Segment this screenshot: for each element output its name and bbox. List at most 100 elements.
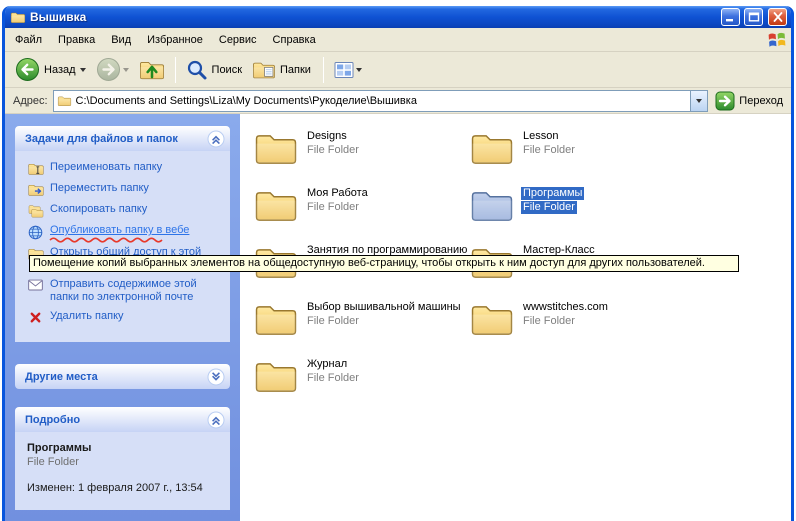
file-item-8[interactable]: wwwstitches.comFile Folder — [470, 301, 686, 358]
close-icon — [772, 12, 784, 22]
menu-bar: ФайлПравкаВидИзбранноеСервисСправка — [5, 28, 791, 52]
task-copy-folder[interactable]: Скопировать папку — [27, 203, 224, 218]
details-title: Подробно — [25, 414, 203, 426]
file-tasks-title: Задачи для файлов и папок — [25, 133, 203, 145]
address-dropdown-button[interactable] — [690, 91, 707, 111]
copy-folder-icon — [27, 203, 44, 218]
chevron-down-icon[interactable] — [207, 368, 225, 386]
file-name: Designs — [305, 130, 349, 143]
task-email-folder[interactable]: Отправить содержимое этой папки по элект… — [27, 278, 224, 304]
menu-view[interactable]: Вид — [103, 29, 139, 51]
red-squiggle-annotation — [49, 236, 167, 243]
file-item-2[interactable]: LessonFile Folder — [470, 130, 686, 187]
file-tasks-panel: Задачи для файлов и папок Переименовать … — [15, 126, 230, 342]
close-button[interactable] — [768, 8, 787, 26]
file-label: LessonFile Folder — [521, 130, 577, 157]
address-path[interactable]: C:\Documents and Settings\Liza\My Docume… — [76, 95, 417, 107]
file-item-7[interactable]: Выбор вышивальной машиныFile Folder — [254, 301, 470, 358]
menu-edit[interactable]: Правка — [50, 29, 103, 51]
views-dropdown-arrow[interactable] — [356, 68, 362, 72]
window-folder-icon — [10, 11, 26, 24]
forward-button[interactable] — [92, 55, 135, 84]
details-name: Программы — [27, 442, 222, 454]
file-item-1[interactable]: DesignsFile Folder — [254, 130, 470, 187]
file-label: Выбор вышивальной машиныFile Folder — [305, 301, 463, 328]
window-content: Задачи для файлов и папок Переименовать … — [5, 114, 791, 521]
task-delete-folder[interactable]: Удалить папку — [27, 310, 224, 324]
file-name: Выбор вышивальной машины — [305, 301, 463, 314]
task-label: Переименовать папку — [50, 161, 162, 174]
folders-icon — [252, 60, 276, 80]
file-label: Моя РаботаFile Folder — [305, 187, 370, 214]
back-button[interactable]: Назад — [11, 55, 92, 84]
folder-icon — [254, 358, 298, 395]
task-label: Переместить папку — [50, 182, 149, 195]
views-icon — [334, 61, 354, 79]
folders-button[interactable]: Папки — [248, 58, 317, 82]
menu-file[interactable]: Файл — [7, 29, 50, 51]
file-name: Программы — [521, 187, 584, 200]
file-tasks-list: Переименовать папку Переместить папку Скоп… — [15, 151, 230, 342]
up-folder-icon — [139, 59, 165, 81]
toolbar-separator — [175, 57, 176, 83]
task-label: Удалить папку — [50, 310, 124, 323]
task-label: Скопировать папку — [50, 203, 147, 216]
address-combo[interactable]: C:\Documents and Settings\Liza\My Docume… — [53, 90, 709, 112]
folder-icon — [254, 130, 298, 167]
file-item-3[interactable]: Моя РаботаFile Folder — [254, 187, 470, 244]
search-button[interactable]: Поиск — [182, 57, 248, 83]
views-button[interactable] — [330, 59, 368, 81]
search-icon — [186, 59, 208, 81]
forward-dropdown-arrow[interactable] — [123, 68, 129, 72]
back-dropdown-arrow[interactable] — [80, 68, 86, 72]
other-places-panel: Другие места — [15, 364, 230, 389]
move-folder-icon — [27, 182, 44, 197]
file-label: ПрограммыFile Folder — [521, 187, 584, 214]
file-type: File Folder — [305, 372, 361, 385]
back-label: Назад — [44, 64, 76, 76]
maximize-button[interactable] — [744, 8, 763, 26]
details-body: Программы File Folder Изменен: 1 февраля… — [15, 432, 230, 510]
minimize-button[interactable] — [721, 8, 740, 26]
menu-favorites[interactable]: Избранное — [139, 29, 211, 51]
folders-label: Папки — [280, 64, 311, 76]
file-type: File Folder — [305, 315, 361, 328]
file-item-5[interactable]: Занятия по программированиюFile Folder — [254, 244, 470, 301]
folder-icon — [254, 301, 298, 338]
file-label: ЖурналFile Folder — [305, 358, 361, 385]
chevron-up-icon[interactable] — [207, 130, 225, 148]
up-button[interactable] — [135, 57, 169, 83]
file-item-4[interactable]: ПрограммыFile Folder — [470, 187, 686, 244]
file-type: File Folder — [521, 315, 577, 328]
search-label: Поиск — [212, 64, 242, 76]
file-type: File Folder — [305, 144, 361, 157]
folder-icon — [254, 187, 298, 224]
file-list-area[interactable]: DesignsFile FolderLessonFile FolderМоя Р… — [240, 114, 791, 521]
email-icon — [27, 278, 44, 291]
details-header[interactable]: Подробно — [15, 407, 230, 432]
file-type: File Folder — [521, 144, 577, 157]
task-label: Отправить содержимое этой папки по элект… — [50, 278, 222, 304]
other-places-title: Другие места — [25, 371, 203, 383]
menu-tools[interactable]: Сервис — [211, 29, 265, 51]
title-bar[interactable]: Вышивка — [5, 6, 791, 28]
chevron-up-icon[interactable] — [207, 411, 225, 429]
file-item-9[interactable]: ЖурналFile Folder — [254, 358, 470, 415]
task-publish-to-web[interactable]: Опубликовать папку в вебе — [27, 224, 224, 240]
go-label: Переход — [739, 95, 783, 107]
go-button[interactable]: Переход — [713, 91, 785, 111]
task-move-folder[interactable]: Переместить папку — [27, 182, 224, 197]
file-name: Журнал — [305, 358, 349, 371]
file-item-6[interactable]: Мастер-КлассFile Folder — [470, 244, 686, 301]
folder-icon — [470, 130, 514, 167]
task-rename-folder[interactable]: Переименовать папку — [27, 161, 224, 176]
other-places-header[interactable]: Другие места — [15, 364, 230, 389]
forward-icon — [96, 57, 121, 82]
details-panel: Подробно Программы File Folder Изменен: … — [15, 407, 230, 510]
details-modified: Изменен: 1 февраля 2007 г., 13:54 — [27, 482, 222, 494]
windows-logo-icon — [763, 30, 791, 50]
file-name: Lesson — [521, 130, 560, 143]
file-name: Моя Работа — [305, 187, 370, 200]
menu-help[interactable]: Справка — [265, 29, 324, 51]
file-tasks-header[interactable]: Задачи для файлов и папок — [15, 126, 230, 151]
